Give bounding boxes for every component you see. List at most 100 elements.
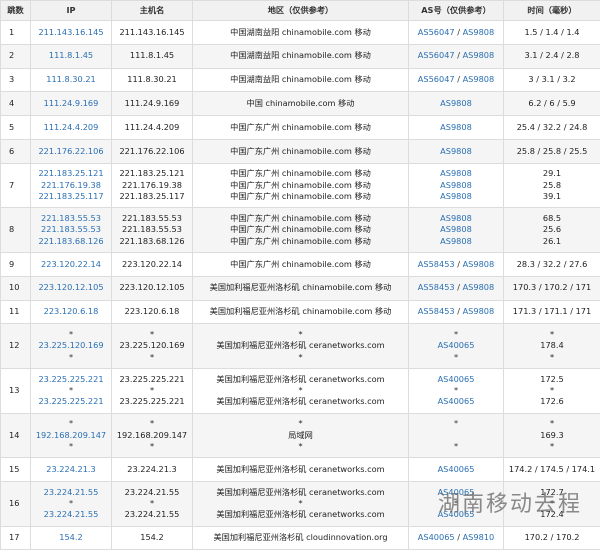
asn-line: AS58453 / AS9808 xyxy=(411,259,501,270)
asn-link[interactable]: AS9808 xyxy=(440,180,472,190)
region-text: 中国广东广州 chinamobile.com 移动 xyxy=(195,122,406,133)
asn-link[interactable]: AS9808 xyxy=(463,74,495,84)
ip-link[interactable]: 23.224.21.55 xyxy=(33,487,109,498)
asn-line: AS58453 / AS9808 xyxy=(411,282,501,293)
latency-cell: 6.2 / 6 / 5.9 xyxy=(504,92,600,116)
hop-number: 17 xyxy=(1,526,31,550)
asn-link[interactable]: AS56047 xyxy=(418,74,455,84)
asn-link[interactable]: AS9808 xyxy=(440,191,472,201)
region-text-timeout: * xyxy=(195,418,406,429)
ip-link[interactable]: 221.176.19.38 xyxy=(33,180,109,191)
region-text: 中国湖南益阳 chinamobile.com 移动 xyxy=(195,74,406,85)
hostname-cell: *23.225.120.169* xyxy=(112,324,193,369)
ip-link[interactable]: 111.8.1.45 xyxy=(33,50,109,61)
asn-link[interactable]: AS9808 xyxy=(463,27,495,37)
ip-link[interactable]: 221.176.22.106 xyxy=(33,146,109,157)
latency-cell: 68.525.626.1 xyxy=(504,208,600,253)
latency: 172.5 xyxy=(506,374,598,385)
asn-link[interactable]: AS9810 xyxy=(463,532,495,542)
asn-link[interactable]: AS40065 xyxy=(438,374,475,384)
region-text: 中国广东广州 chinamobile.com 移动 xyxy=(195,224,406,235)
table-row: 1323.225.225.221*23.225.225.22123.225.22… xyxy=(1,368,600,413)
region-text-timeout: * xyxy=(195,385,406,396)
hostname-cell: 111.8.30.21 xyxy=(112,68,193,92)
ip-link[interactable]: 221.183.55.53 xyxy=(33,213,109,224)
asn-separator: / xyxy=(455,74,463,84)
region-text-cell: 美国加利福尼亚州洛杉矶 cloudinnovation.org xyxy=(193,526,409,550)
region-text-cell: 美国加利福尼亚州洛杉矶 ceranetworks.com xyxy=(193,458,409,482)
asn-link[interactable]: AS9808 xyxy=(440,146,472,156)
asn-link[interactable]: AS9808 xyxy=(440,98,472,108)
asn-timeout: * xyxy=(454,441,458,451)
ip-link[interactable]: 221.183.68.126 xyxy=(33,236,109,247)
ip-link-cell: 23.224.21.55*23.224.21.55 xyxy=(31,481,112,526)
ip-link[interactable]: 23.225.225.221 xyxy=(33,374,109,385)
asn-link[interactable]: AS58453 xyxy=(418,306,455,316)
asn-cell: AS40065 / AS9810 xyxy=(409,526,504,550)
ip-link-cell: *23.225.120.169* xyxy=(31,324,112,369)
asn-link[interactable]: AS9808 xyxy=(440,236,472,246)
asn-link[interactable]: AS40065 xyxy=(438,396,475,406)
ip-link[interactable]: 223.120.6.18 xyxy=(33,306,109,317)
ip-link-cell: 211.143.16.145 xyxy=(31,21,112,45)
table-row: 6221.176.22.106221.176.22.106中国广东广州 chin… xyxy=(1,139,600,163)
ip-link[interactable]: 23.224.21.55 xyxy=(33,509,109,520)
ip-link[interactable]: 154.2 xyxy=(33,532,109,543)
hostname: 221.183.55.53 xyxy=(114,224,190,235)
latency: 29.1 xyxy=(506,168,598,179)
region-text: 美国加利福尼亚州洛杉矶 ceranetworks.com xyxy=(195,464,406,475)
latency-cell: *178.4* xyxy=(504,324,600,369)
asn-link[interactable]: AS9808 xyxy=(463,306,495,316)
latency-cell: *169.3* xyxy=(504,413,600,458)
asn-link[interactable]: AS9808 xyxy=(440,122,472,132)
asn-link[interactable]: AS40065 xyxy=(438,340,475,350)
hostname-cell: 23.224.21.3 xyxy=(112,458,193,482)
hop-number: 1 xyxy=(1,21,31,45)
table-row: 7221.183.25.121221.176.19.38221.183.25.1… xyxy=(1,163,600,208)
ip-link[interactable]: 223.120.22.14 xyxy=(33,259,109,270)
hostname: 23.224.21.3 xyxy=(114,464,190,475)
ip-link[interactable]: 111.24.4.209 xyxy=(33,122,109,133)
asn-link[interactable]: AS9808 xyxy=(440,213,472,223)
asn-link[interactable]: AS9808 xyxy=(440,224,472,234)
region-text-cell: 中国广东广州 chinamobile.com 移动 xyxy=(193,116,409,140)
asn-link[interactable]: AS58453 xyxy=(418,282,455,292)
ip-link[interactable]: 221.183.25.117 xyxy=(33,191,109,202)
ip-link[interactable]: 23.225.120.169 xyxy=(33,340,109,351)
hostname-timeout: * xyxy=(114,498,190,509)
latency: 25.8 / 25.8 / 25.5 xyxy=(506,146,598,157)
asn-line: AS9808 xyxy=(411,224,501,235)
latency: 3 / 3.1 / 3.2 xyxy=(506,74,598,85)
hostname-cell: 221.176.22.106 xyxy=(112,139,193,163)
ip-link[interactable]: 223.120.12.105 xyxy=(33,282,109,293)
ip-link[interactable]: 221.183.25.121 xyxy=(33,168,109,179)
ip-link[interactable]: 23.224.21.3 xyxy=(33,464,109,475)
ip-link[interactable]: 221.183.55.53 xyxy=(33,224,109,235)
asn-link[interactable]: AS9808 xyxy=(463,259,495,269)
region-text-cell: 美国加利福尼亚州洛杉矶 chinamobile.com 移动 xyxy=(193,276,409,300)
ip-link[interactable]: 211.143.16.145 xyxy=(33,27,109,38)
asn-link[interactable]: AS56047 xyxy=(418,50,455,60)
col-time: 时间（毫秒） xyxy=(504,1,600,21)
asn-link[interactable]: AS9808 xyxy=(463,50,495,60)
hostname-cell: 23.225.225.221*23.225.225.221 xyxy=(112,368,193,413)
hop-number: 7 xyxy=(1,163,31,208)
latency: 26.1 xyxy=(506,236,598,247)
col-hostname: 主机名 xyxy=(112,1,193,21)
ip-link-cell: 111.24.4.209 xyxy=(31,116,112,140)
asn-link[interactable]: AS9808 xyxy=(463,282,495,292)
asn-link[interactable]: AS58453 xyxy=(418,259,455,269)
ip-link[interactable]: 23.225.225.221 xyxy=(33,396,109,407)
asn-link[interactable]: AS9808 xyxy=(440,168,472,178)
ip-link[interactable]: 111.8.30.21 xyxy=(33,74,109,85)
hostname: 192.168.209.147 xyxy=(114,430,190,441)
ip-link[interactable]: 111.24.9.169 xyxy=(33,98,109,109)
ip-link[interactable]: 192.168.209.147 xyxy=(33,430,109,441)
asn-link[interactable]: AS56047 xyxy=(418,27,455,37)
hostname-timeout: * xyxy=(114,329,190,340)
asn-link[interactable]: AS40065 xyxy=(418,532,455,542)
ip-link-timeout: * xyxy=(33,441,109,452)
asn-line: AS40065 / AS9810 xyxy=(411,532,501,543)
asn-separator: / xyxy=(455,27,463,37)
asn-link[interactable]: AS40065 xyxy=(438,464,475,474)
